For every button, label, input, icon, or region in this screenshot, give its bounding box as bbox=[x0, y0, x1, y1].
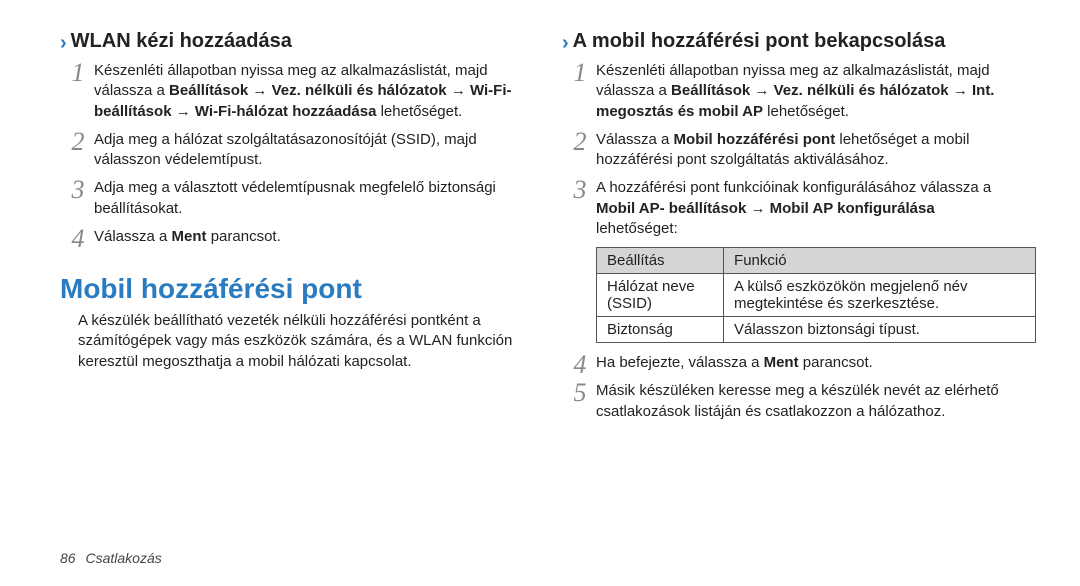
left-step-1: Készenléti állapotban nyissa meg az alka… bbox=[60, 61, 518, 122]
chevron-icon: › bbox=[562, 32, 569, 54]
table-row: Biztonság Válasszon biztonsági típust. bbox=[597, 317, 1036, 343]
right-step-2: Válassza a Mobil hozzáférési pont lehető… bbox=[562, 130, 1020, 171]
heading-mobile-hotspot: Mobil hozzáférési pont bbox=[60, 273, 518, 305]
heading-text: WLAN kézi hozzáadása bbox=[71, 30, 292, 52]
heading-enable-hotspot: ›A mobil hozzáférési pont bekapcsolása bbox=[562, 30, 1020, 55]
left-step-2: Adja meg a hálózat szolgáltatásazonosító… bbox=[60, 130, 518, 171]
right-step-1: Készenléti állapotban nyissa meg az alka… bbox=[562, 61, 1020, 122]
right-column: ›A mobil hozzáférési pont bekapcsolása K… bbox=[562, 30, 1020, 430]
left-step-4: Válassza a Ment parancsot. bbox=[60, 227, 518, 247]
right-step-3: A hozzáférési pont funkcióinak konfigurá… bbox=[562, 178, 1020, 239]
right-steps: Készenléti állapotban nyissa meg az alka… bbox=[562, 61, 1020, 239]
page-footer: 86 Csatlakozás bbox=[60, 550, 162, 566]
right-step-5: Másik készüléken keresse meg a készülék … bbox=[562, 381, 1020, 422]
right-step-4: Ha befejezte, válassza a Ment parancsot. bbox=[562, 353, 1020, 373]
table-row: Hálózat neve (SSID) A külső eszközökön m… bbox=[597, 274, 1036, 317]
left-steps: Készenléti állapotban nyissa meg az alka… bbox=[60, 61, 518, 247]
settings-table: Beállítás Funkció Hálózat neve (SSID) A … bbox=[596, 247, 1036, 343]
page-number: 86 bbox=[60, 550, 76, 566]
table-head-setting: Beállítás bbox=[597, 248, 724, 274]
chevron-icon: › bbox=[60, 32, 67, 54]
section-name: Csatlakozás bbox=[85, 550, 161, 566]
heading-wlan-manual-add: ›WLAN kézi hozzáadása bbox=[60, 30, 518, 55]
table-head-function: Funkció bbox=[724, 248, 1036, 274]
left-step-3: Adja meg a választott védelemtípusnak me… bbox=[60, 178, 518, 219]
right-steps-continued: Ha befejezte, válassza a Ment parancsot.… bbox=[562, 353, 1020, 422]
hotspot-intro-paragraph: A készülék beállítható vezeték nélküli h… bbox=[78, 311, 518, 372]
left-column: ›WLAN kézi hozzáadása Készenléti állapot… bbox=[60, 30, 518, 430]
heading-text: A mobil hozzáférési pont bekapcsolása bbox=[573, 30, 946, 52]
